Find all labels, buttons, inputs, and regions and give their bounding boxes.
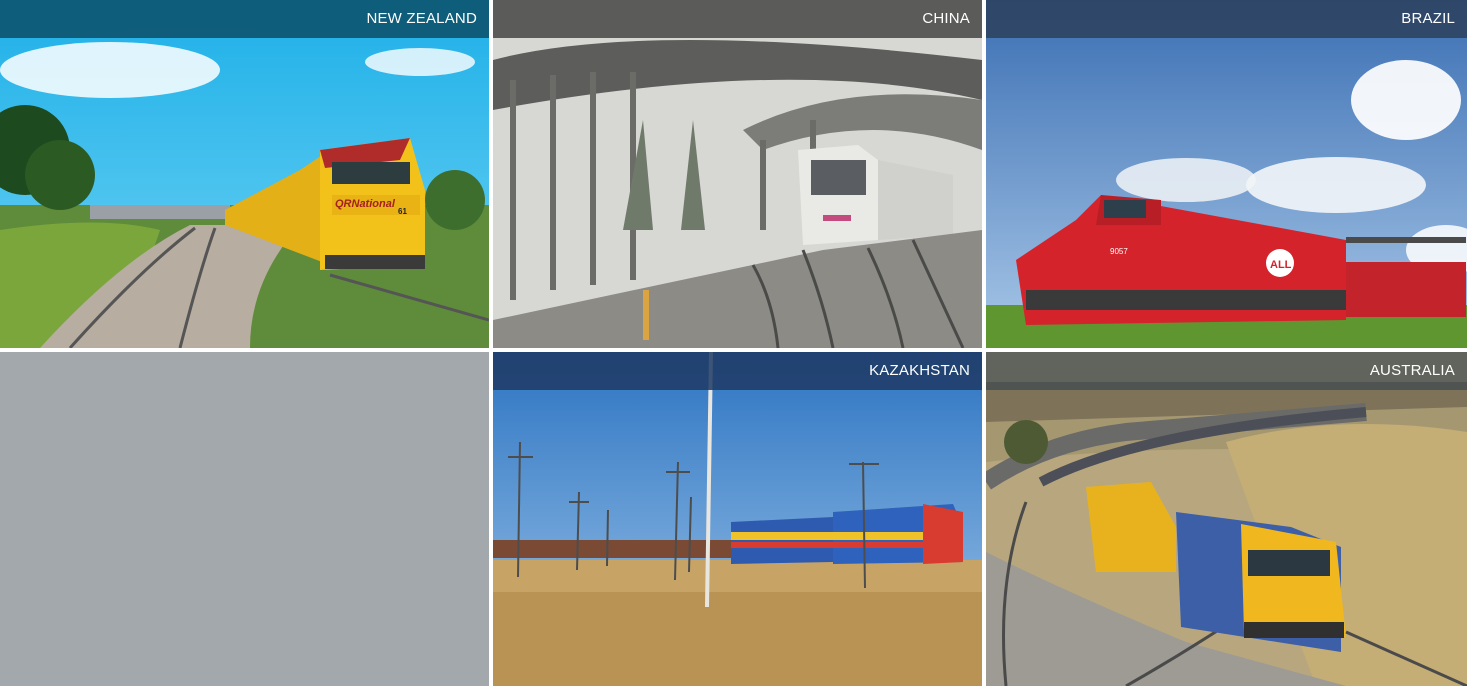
- tile-new-zealand[interactable]: QRNational 61 NEW ZEALAND: [0, 0, 489, 348]
- caption-bar-china: CHINA: [493, 0, 982, 38]
- caption-bar-new-zealand: NEW ZEALAND: [0, 0, 489, 38]
- tile-kazakhstan[interactable]: KAZAKHSTAN: [493, 352, 982, 686]
- tile-label-new-zealand: NEW ZEALAND: [366, 10, 477, 27]
- svg-text:ALL: ALL: [1270, 259, 1292, 271]
- tile-brazil[interactable]: ALL 9057 BRAZIL: [986, 0, 1467, 348]
- svg-text:9057: 9057: [1110, 247, 1128, 256]
- tile-label-brazil: BRAZIL: [1401, 10, 1455, 27]
- tile-china[interactable]: CHINA: [493, 0, 982, 348]
- kazakhstan-freight-train-photo: [493, 352, 982, 686]
- tile-label-china: CHINA: [922, 10, 970, 27]
- tile-label-australia: AUSTRALIA: [1369, 362, 1455, 379]
- svg-text:QRNational: QRNational: [335, 198, 396, 210]
- caption-bar-kazakhstan: KAZAKHSTAN: [493, 352, 982, 390]
- caption-bar-australia: AUSTRALIA: [986, 352, 1467, 390]
- china-metro-photo: [493, 0, 982, 348]
- tile-label-kazakhstan: KAZAKHSTAN: [869, 362, 970, 379]
- new-zealand-train-photo: QRNational 61: [0, 0, 489, 348]
- caption-bar-brazil: BRAZIL: [986, 0, 1467, 38]
- australia-freight-train-photo: [986, 352, 1467, 686]
- brazil-locomotive-photo: ALL 9057: [986, 0, 1467, 348]
- tile-australia[interactable]: AUSTRALIA: [986, 352, 1467, 686]
- svg-text:61: 61: [398, 207, 407, 216]
- empty-placeholder-panel: [0, 352, 489, 686]
